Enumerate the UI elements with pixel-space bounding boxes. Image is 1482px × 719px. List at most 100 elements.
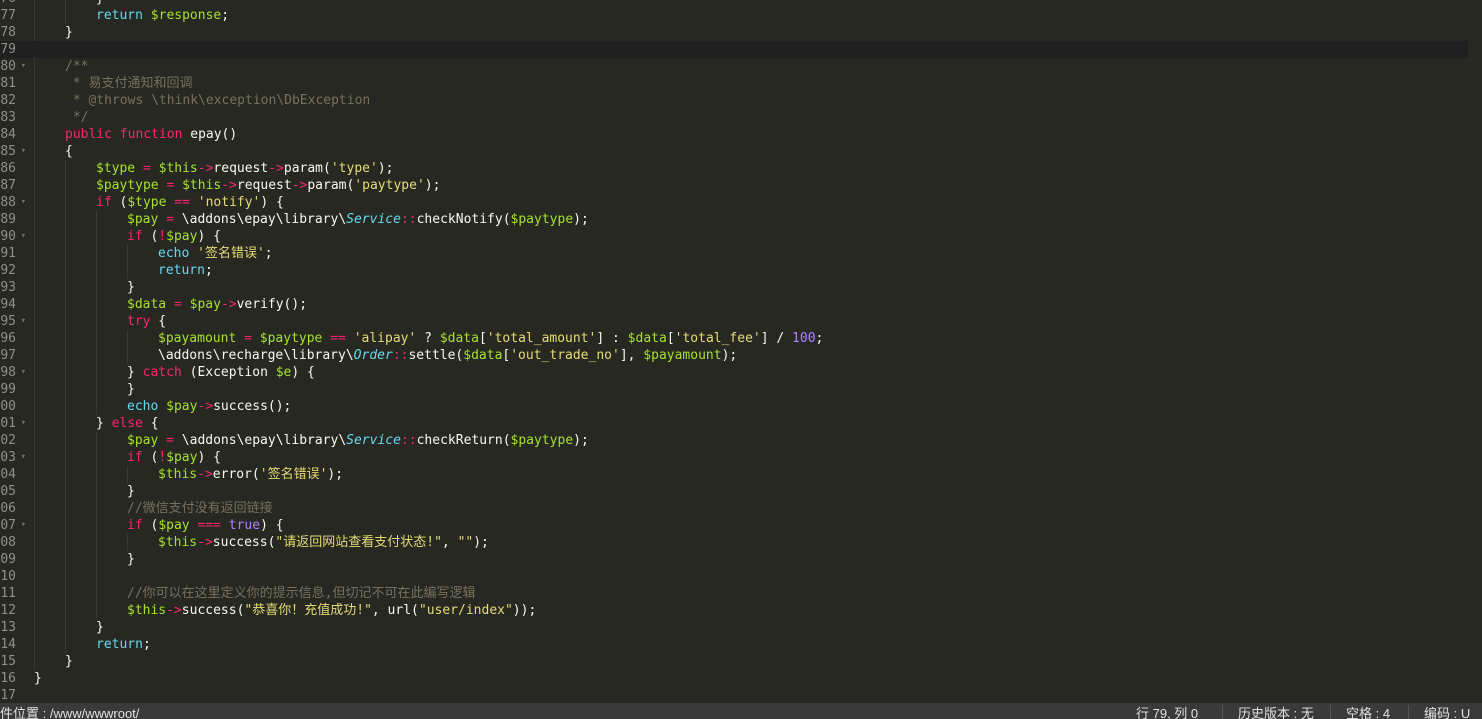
fold-arrow-icon[interactable]: ▾ xyxy=(21,449,26,466)
code-line[interactable]: 116} xyxy=(0,670,1482,687)
code-line[interactable]: 113} xyxy=(0,619,1482,636)
indent-guide xyxy=(34,0,65,7)
code-line[interactable]: 107 ▾ if ($pay === true) { xyxy=(0,517,1482,534)
code-line[interactable]: 111 //你可以在这里定义你的提示信息,但切记不可在此编写逻辑 xyxy=(0,585,1482,602)
code-line[interactable]: 112 $this->success("恭喜你！充值成功!", url("user… xyxy=(0,602,1482,619)
code-token: } xyxy=(65,25,73,40)
fold-arrow-icon[interactable]: ▾ xyxy=(21,194,26,211)
code-token: "user/index" xyxy=(418,603,513,618)
code-token: = xyxy=(166,212,174,227)
code-line[interactable]: 109} xyxy=(0,551,1482,568)
indent-guide xyxy=(65,347,96,364)
fold-arrow-icon[interactable]: ▾ xyxy=(21,415,26,432)
code-line[interactable]: 89 $pay = \addons\epay\library\Service::c… xyxy=(0,211,1482,228)
indent-guide xyxy=(34,279,65,296)
line-number: 113 xyxy=(0,620,16,635)
indent-guide xyxy=(65,449,96,466)
code-line[interactable]: 81 * 易支付通知和回调 xyxy=(0,75,1482,92)
code-line[interactable]: 79 xyxy=(0,41,1482,58)
line-number: 83 xyxy=(0,110,16,125)
code-line[interactable]: 77 return $response; xyxy=(0,7,1482,24)
line-number: 81 xyxy=(0,76,16,91)
code-line[interactable]: 94 $data = $pay->verify(); xyxy=(0,296,1482,313)
code-line[interactable]: 80 ▾ /** xyxy=(0,58,1482,75)
indent-guide xyxy=(96,330,127,347)
line-number: 111 xyxy=(0,586,16,601)
fold-arrow-icon[interactable]: ▾ xyxy=(21,228,26,245)
code-line[interactable]: 99} xyxy=(0,381,1482,398)
code-line[interactable]: 106 //微信支付没有返回链接 xyxy=(0,500,1482,517)
indent-guide xyxy=(34,602,65,619)
code-line[interactable]: 93} xyxy=(0,279,1482,296)
code-line[interactable]: 95 ▾ try { xyxy=(0,313,1482,330)
code-token: return xyxy=(96,8,143,23)
indent-guide xyxy=(34,160,65,177)
code-line[interactable]: 103 ▾ if (!$pay) { xyxy=(0,449,1482,466)
code-line[interactable]: 114 return; xyxy=(0,636,1482,653)
code-line[interactable]: 117 xyxy=(0,687,1482,704)
code-line[interactable]: 78} xyxy=(0,24,1482,41)
code-token: ! xyxy=(158,229,167,244)
indent-guide xyxy=(34,432,65,449)
code-line[interactable]: 76} xyxy=(0,0,1482,7)
line-number: 106 xyxy=(0,501,16,516)
code-line[interactable]: 100 echo $pay->success(); xyxy=(0,398,1482,415)
code-line[interactable]: 96 $payamount = $paytype == 'alipay' ? $d… xyxy=(0,330,1482,347)
fold-arrow-icon[interactable]: ▾ xyxy=(21,517,26,534)
code-line[interactable]: 98 ▾} catch (Exception $e) { xyxy=(0,364,1482,381)
code-token: $data xyxy=(439,331,479,346)
line-number: 97 xyxy=(0,348,16,363)
status-encoding[interactable]: 编码 : U xyxy=(1424,703,1470,719)
code-line[interactable]: 86 $type = $this->request->param('type'); xyxy=(0,160,1482,177)
code-line[interactable]: 87 $paytype = $this->request->param('payt… xyxy=(0,177,1482,194)
status-indent[interactable]: 空格 : 4 xyxy=(1346,703,1390,719)
code-line[interactable]: 83 */ xyxy=(0,109,1482,126)
code-line[interactable]: 110 xyxy=(0,568,1482,585)
code-token: ? xyxy=(416,331,440,346)
code-token: { xyxy=(142,416,159,431)
code-editor[interactable]: 76}77return $response;78}7980▾/**81 * 易支… xyxy=(0,0,1482,704)
indent-guide xyxy=(65,568,96,585)
code-line[interactable]: 84 public function epay() xyxy=(0,126,1482,143)
indent-guide xyxy=(65,160,96,177)
line-gutter: 113 xyxy=(0,619,30,636)
code-token: if xyxy=(127,450,143,465)
line-gutter: 115 xyxy=(0,653,30,670)
indent-guide xyxy=(96,551,127,568)
code-line[interactable]: 97 \addons\recharge\library\Order::settle… xyxy=(0,347,1482,364)
code-line[interactable]: 91 echo '签名错误'; xyxy=(0,245,1482,262)
code-line[interactable]: 104 $this->error('签名错误'); xyxy=(0,466,1482,483)
fold-arrow-icon[interactable]: ▾ xyxy=(21,58,26,75)
code-token: '签名错误' xyxy=(259,467,328,482)
line-number: 103 xyxy=(0,450,16,465)
code-text: //你可以在这里定义你的提示信息,但切记不可在此编写逻辑 xyxy=(34,585,475,602)
indent-guide xyxy=(65,194,96,211)
code-token: return xyxy=(158,263,205,278)
code-line[interactable]: 115} xyxy=(0,653,1482,670)
status-cursor-position[interactable]: 行 79, 列 0 xyxy=(1136,703,1198,719)
indent-guide xyxy=(96,228,127,245)
line-number: 79 xyxy=(0,42,16,57)
code-token: 'type' xyxy=(330,161,378,176)
fold-arrow-icon[interactable]: ▾ xyxy=(21,364,26,381)
code-line[interactable]: 102 $pay = \addons\epay\library\Service::… xyxy=(0,432,1482,449)
line-number: 94 xyxy=(0,297,16,312)
code-line[interactable]: 101▾} else { xyxy=(0,415,1482,432)
code-line[interactable]: 85 ▾ { xyxy=(0,143,1482,160)
code-token: } xyxy=(127,552,135,567)
code-line[interactable]: 90 ▾ if (!$pay) { xyxy=(0,228,1482,245)
code-line[interactable]: 82 * @throws \think\exception\DbExceptio… xyxy=(0,92,1482,109)
code-line[interactable]: 92 return; xyxy=(0,262,1482,279)
code-line[interactable]: 88 ▾ if ($type == 'notify') { xyxy=(0,194,1482,211)
fold-arrow-icon[interactable]: ▾ xyxy=(21,313,26,330)
code-text: if ($pay === true) { xyxy=(34,517,284,534)
fold-arrow-icon[interactable]: ▾ xyxy=(21,143,26,160)
line-number: 104 xyxy=(0,467,16,482)
status-history[interactable]: 历史版本 : 无 xyxy=(1238,703,1314,719)
code-line[interactable]: 108 $this->success("请返回网站查看支付状态!", ""); xyxy=(0,534,1482,551)
vertical-scrollbar[interactable] xyxy=(1468,0,1482,703)
code-line[interactable]: 105} xyxy=(0,483,1482,500)
